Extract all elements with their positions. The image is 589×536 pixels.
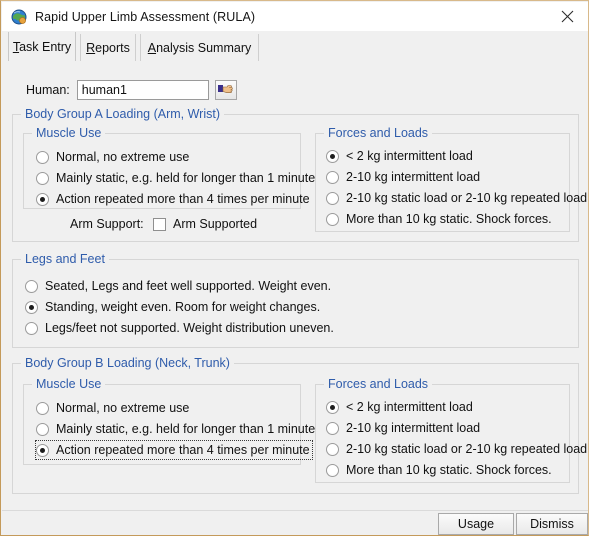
group-b-muscle-use-title: Muscle Use xyxy=(32,377,106,391)
group-b-forces-option-1-label: 2-10 kg intermittent load xyxy=(346,421,481,435)
legs-feet-option-0-label: Seated, Legs and feet well supported. We… xyxy=(45,279,332,293)
tab-task-entry-label: Task Entry xyxy=(12,40,72,54)
radio-icon xyxy=(326,442,339,456)
legs-feet-option-1[interactable]: Standing, weight even. Room for weight c… xyxy=(25,298,320,316)
group-b-forces-option-2[interactable]: 2-10 kg static load or 2-10 kg repeated … xyxy=(326,440,587,458)
body-group-b-title: Body Group B Loading (Neck, Trunk) xyxy=(21,356,234,370)
tab-strip: Task Entry Reports Analysis Summary xyxy=(2,31,588,62)
tab-analysis-summary[interactable]: Analysis Summary xyxy=(140,34,259,62)
radio-icon xyxy=(36,192,49,206)
group-b-forces-option-0[interactable]: < 2 kg intermittent load xyxy=(326,398,473,416)
legs-feet-option-1-label: Standing, weight even. Room for weight c… xyxy=(45,300,321,314)
legs-feet-option-2[interactable]: Legs/feet not supported. Weight distribu… xyxy=(25,319,334,337)
close-icon[interactable] xyxy=(545,3,588,31)
group-b-forces-option-3[interactable]: More than 10 kg static. Shock forces. xyxy=(326,461,552,479)
group-a-muscle-use-title: Muscle Use xyxy=(32,126,106,140)
group-b-muscle-option-1[interactable]: Mainly static, e.g. held for longer than… xyxy=(36,420,315,438)
radio-icon xyxy=(36,422,49,436)
group-a-forces-and-loads: Forces and Loads < 2 kg intermittent loa… xyxy=(315,126,587,232)
group-b-forces-and-loads: Forces and Loads < 2 kg intermittent loa… xyxy=(315,377,587,483)
radio-icon xyxy=(326,149,339,163)
group-a-forces-option-0[interactable]: < 2 kg intermittent load xyxy=(326,147,473,165)
radio-icon xyxy=(25,321,38,335)
radio-icon xyxy=(326,421,339,435)
human-pick-button[interactable] xyxy=(214,80,237,100)
dismiss-button-label: Dismiss xyxy=(530,517,574,531)
group-a-muscle-option-0-label: Normal, no extreme use xyxy=(56,150,190,164)
human-row: Human: xyxy=(26,80,237,100)
group-b-forces-option-2-label: 2-10 kg static load or 2-10 kg repeated … xyxy=(346,442,588,456)
group-b-forces-option-0-label: < 2 kg intermittent load xyxy=(346,400,473,414)
radio-icon xyxy=(36,401,49,415)
radio-icon xyxy=(25,300,38,314)
body-group-a: Body Group A Loading (Arm, Wrist) Muscle… xyxy=(12,107,587,242)
group-b-forces-option-3-label: More than 10 kg static. Shock forces. xyxy=(346,463,552,477)
group-a-muscle-use: Muscle Use Normal, no extreme use Mainly… xyxy=(23,126,315,209)
checkbox-icon xyxy=(153,217,166,231)
group-a-muscle-option-1[interactable]: Mainly static, e.g. held for longer than… xyxy=(36,169,315,187)
window-title: Rapid Upper Limb Assessment (RULA) xyxy=(35,9,256,24)
group-b-muscle-option-2[interactable]: Action repeated more than 4 times per mi… xyxy=(35,440,313,460)
group-a-muscle-option-2-label: Action repeated more than 4 times per mi… xyxy=(56,192,310,206)
group-a-forces-option-2[interactable]: 2-10 kg static load or 2-10 kg repeated … xyxy=(326,189,587,207)
legs-and-feet-title: Legs and Feet xyxy=(21,252,109,266)
group-a-forces-title: Forces and Loads xyxy=(324,126,433,140)
arm-supported-checkbox-row[interactable]: Arm Supported xyxy=(153,215,257,233)
group-b-muscle-option-0[interactable]: Normal, no extreme use xyxy=(36,399,189,417)
dialog-button-bar: Usage Dismiss xyxy=(2,510,588,535)
radio-icon xyxy=(326,191,339,205)
radio-icon xyxy=(326,170,339,184)
usage-button[interactable]: Usage xyxy=(438,513,514,535)
body-group-a-title: Body Group A Loading (Arm, Wrist) xyxy=(21,107,224,121)
legs-feet-option-0[interactable]: Seated, Legs and feet well supported. We… xyxy=(25,277,331,295)
group-b-muscle-option-2-label: Action repeated more than 4 times per mi… xyxy=(56,443,310,457)
group-a-muscle-option-1-label: Mainly static, e.g. held for longer than… xyxy=(56,171,316,185)
human-label: Human: xyxy=(26,83,70,97)
tab-analysis-summary-label: Analysis Summary xyxy=(147,41,252,55)
dismiss-button[interactable]: Dismiss xyxy=(516,513,588,535)
tab-reports[interactable]: Reports xyxy=(80,34,136,62)
title-bar: Rapid Upper Limb Assessment (RULA) xyxy=(2,2,588,31)
arm-support-label: Arm Support: xyxy=(70,217,144,231)
group-a-forces-option-0-label: < 2 kg intermittent load xyxy=(346,149,473,163)
radio-icon xyxy=(36,171,49,185)
globe-icon xyxy=(11,9,27,25)
human-input[interactable] xyxy=(76,80,209,100)
group-a-forces-option-1[interactable]: 2-10 kg intermittent load xyxy=(326,168,480,186)
body-group-b: Body Group B Loading (Neck, Trunk) Muscl… xyxy=(12,356,587,494)
group-a-muscle-option-2[interactable]: Action repeated more than 4 times per mi… xyxy=(36,190,310,208)
radio-icon xyxy=(326,463,339,477)
group-b-forces-option-1[interactable]: 2-10 kg intermittent load xyxy=(326,419,480,437)
tab-task-entry[interactable]: Task Entry xyxy=(8,32,76,62)
group-b-muscle-use: Muscle Use Normal, no extreme use Mainly… xyxy=(23,377,315,465)
legs-feet-option-2-label: Legs/feet not supported. Weight distribu… xyxy=(45,321,334,335)
group-a-forces-option-3-label: More than 10 kg static. Shock forces. xyxy=(346,212,552,226)
task-entry-panel: Human: Body Group A Loading (Arm, Wrist)… xyxy=(2,62,588,535)
group-b-forces-title: Forces and Loads xyxy=(324,377,433,391)
pointing-hand-icon xyxy=(218,83,233,98)
radio-icon xyxy=(25,279,38,293)
group-a-muscle-option-0[interactable]: Normal, no extreme use xyxy=(36,148,189,166)
arm-supported-label: Arm Supported xyxy=(173,217,258,231)
radio-icon xyxy=(326,400,339,414)
radio-icon xyxy=(36,150,49,164)
group-a-forces-option-2-label: 2-10 kg static load or 2-10 kg repeated … xyxy=(346,191,588,205)
group-a-forces-option-1-label: 2-10 kg intermittent load xyxy=(346,170,481,184)
group-b-muscle-option-0-label: Normal, no extreme use xyxy=(56,401,190,415)
radio-icon xyxy=(326,212,339,226)
legs-and-feet-group: Legs and Feet Seated, Legs and feet well… xyxy=(12,252,579,348)
tab-reports-label: Reports xyxy=(86,41,130,55)
radio-icon xyxy=(36,443,49,457)
rula-dialog-window: Rapid Upper Limb Assessment (RULA) Task … xyxy=(0,0,589,536)
group-b-muscle-option-1-label: Mainly static, e.g. held for longer than… xyxy=(56,422,316,436)
usage-button-label: Usage xyxy=(457,517,495,531)
group-a-forces-option-3[interactable]: More than 10 kg static. Shock forces. xyxy=(326,210,552,228)
